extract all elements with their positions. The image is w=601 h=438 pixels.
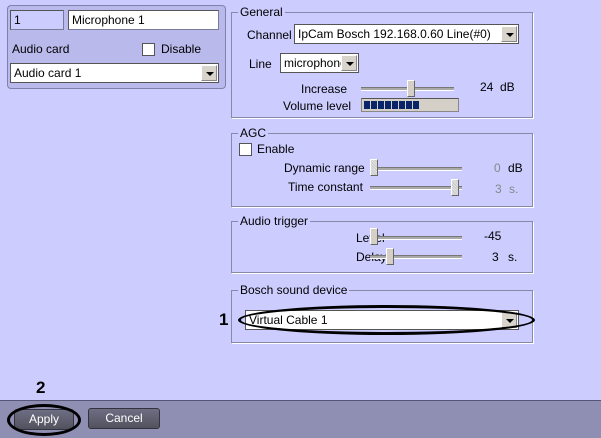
channel-value: IpCam Bosch 192.168.0.60 Line(#0) — [298, 27, 491, 41]
time-constant-label: Time constant — [288, 180, 363, 194]
audio-card-label: Audio card — [12, 42, 70, 56]
annotation-2: 2 — [36, 378, 46, 397]
agc-group: AGC Enable Dynamic range 0 dB Time const… — [231, 126, 533, 207]
audio-trigger-title: Audio trigger — [238, 214, 311, 228]
volume-block — [378, 101, 384, 109]
delay-value: 3 — [492, 250, 499, 264]
agc-title: AGC — [238, 126, 269, 140]
dynamic-range-value: 0 — [494, 161, 501, 175]
level-value: -45 — [484, 229, 502, 243]
level-slider[interactable] — [370, 236, 462, 240]
volume-block — [399, 101, 405, 109]
disable-checkbox[interactable] — [142, 43, 155, 56]
increase-label: Increase — [301, 82, 348, 96]
agc-enable-checkbox[interactable] — [239, 143, 252, 156]
general-title: General — [238, 5, 285, 19]
volume-block — [392, 101, 398, 109]
increase-slider-thumb[interactable] — [407, 80, 415, 97]
annotation-1: 1 — [219, 310, 229, 329]
volume-label: Volume level — [283, 99, 352, 113]
volume-block — [406, 101, 412, 109]
id-field[interactable]: 1 — [10, 10, 64, 30]
delay-unit: s. — [508, 250, 518, 264]
volume-block — [371, 101, 377, 109]
audio-card-value: Audio card 1 — [14, 66, 82, 80]
time-constant-unit: s. — [509, 182, 519, 196]
line-label: Line — [249, 57, 272, 71]
bosch-title: Bosch sound device — [238, 283, 350, 297]
line-value: microphone — [284, 56, 347, 70]
line-select[interactable]: microphone — [280, 53, 359, 73]
camera-panel: 1 Microphone 1 Audio card Disable Audio … — [7, 5, 226, 89]
dynamic-range-thumb[interactable] — [370, 159, 378, 176]
volume-block — [413, 101, 419, 109]
chevron-down-icon[interactable] — [501, 26, 517, 42]
disable-label: Disable — [161, 42, 202, 56]
chevron-down-icon[interactable] — [341, 55, 357, 71]
level-thumb[interactable] — [370, 228, 378, 245]
channel-select[interactable]: IpCam Bosch 192.168.0.60 Line(#0) — [294, 24, 519, 44]
dynamic-range-label: Dynamic range — [284, 161, 365, 175]
dynamic-range-slider[interactable] — [370, 167, 462, 171]
general-group: General Channel IpCam Bosch 192.168.0.60… — [231, 5, 533, 118]
volume-block — [364, 101, 370, 109]
time-constant-thumb[interactable] — [451, 179, 459, 196]
agc-enable-label: Enable — [257, 142, 295, 156]
chevron-down-icon[interactable] — [201, 65, 217, 81]
time-constant-slider[interactable] — [370, 186, 462, 190]
audio-trigger-group: Audio trigger Level -45 Delay 3 s. — [231, 214, 533, 273]
channel-label: Channel — [247, 28, 292, 42]
time-constant-value: 3 — [495, 182, 502, 196]
name-field[interactable]: Microphone 1 — [68, 10, 219, 30]
dynamic-range-unit: dB — [508, 161, 523, 175]
cancel-button[interactable]: Cancel — [88, 408, 160, 429]
highlight-ellipse-device — [238, 305, 535, 335]
delay-slider[interactable] — [370, 255, 462, 259]
audio-card-select[interactable]: Audio card 1 — [10, 63, 219, 83]
increase-value: 24 — [480, 80, 494, 94]
increase-unit: dB — [500, 80, 515, 94]
delay-thumb[interactable] — [386, 248, 394, 265]
volume-block — [385, 101, 391, 109]
highlight-ellipse-apply — [7, 404, 81, 436]
volume-level-bar — [361, 98, 459, 112]
